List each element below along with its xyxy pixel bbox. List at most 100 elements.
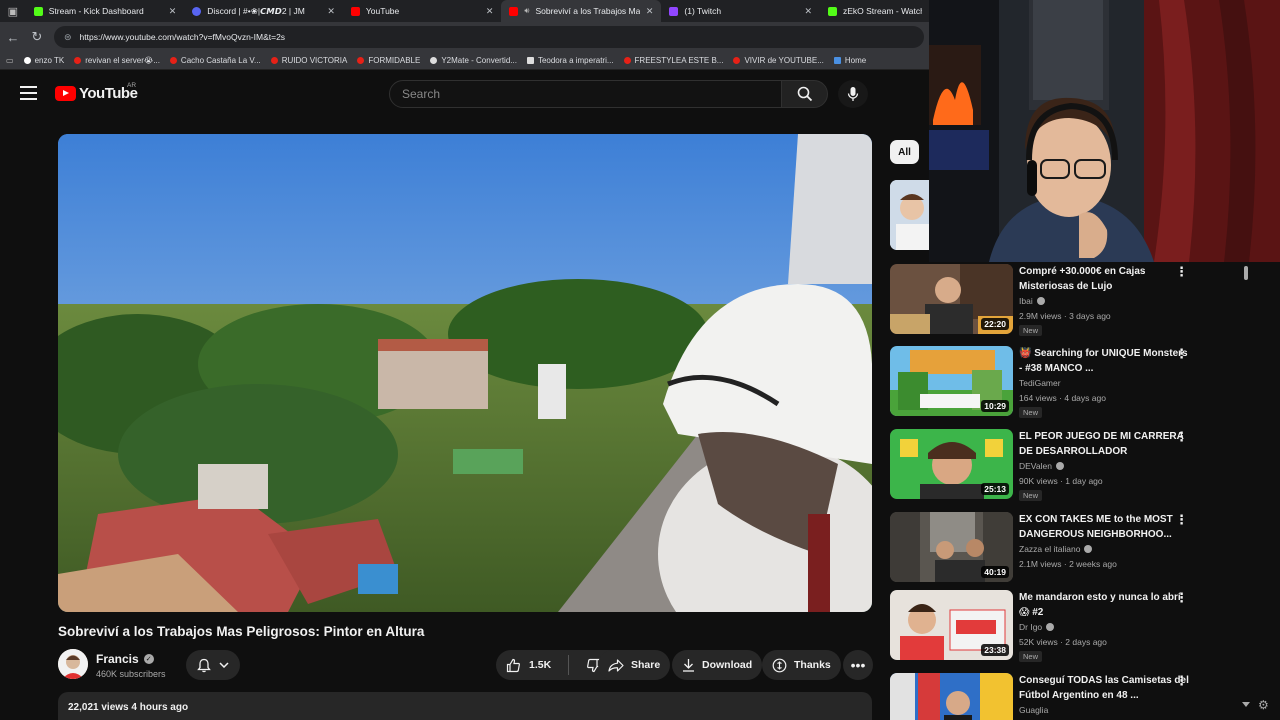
more-options-icon[interactable]: ⋮ (1175, 346, 1188, 362)
youtube-icon (357, 57, 365, 64)
share-icon (608, 658, 624, 672)
more-options-icon[interactable]: ⋮ (1175, 264, 1188, 280)
video-player[interactable] (58, 134, 872, 612)
recommendation-item[interactable]: 23:38 Me mandaron esto y nunca lo abrí 😱… (890, 590, 1245, 666)
recommendation-channel[interactable]: Ibai (1019, 296, 1045, 306)
recommendation-thumbnail[interactable]: 22:20 (890, 264, 1013, 334)
scrollbar-thumb[interactable] (1244, 266, 1248, 280)
bookmark-item[interactable]: Home (833, 56, 866, 65)
tab-3-active[interactable]: 🔊︎ Sobreviví a los Trabajos Mas ✕ (501, 0, 662, 22)
channel-avatar[interactable] (58, 649, 88, 679)
thanks-button[interactable]: Thanks (762, 650, 841, 680)
channel-name-text: Guaglia (1019, 705, 1049, 715)
apps-icon[interactable]: ▭ (6, 56, 14, 65)
close-tab-icon[interactable]: ✕ (804, 6, 812, 17)
recommendation-channel[interactable]: Guaglia (1019, 705, 1048, 715)
bookmark-item[interactable]: Cacho Castaña La V... (169, 56, 261, 65)
recommendation-item[interactable]: 25:13 EL PEOR JUEGO DE MI CARRERA DE DES… (890, 429, 1245, 505)
tab-favicon (350, 6, 360, 16)
more-options-icon[interactable]: ⋮ (1175, 590, 1188, 606)
recommendation-thumbnail[interactable] (890, 673, 1013, 720)
reload-icon[interactable]: ↻ (30, 29, 44, 45)
tab-0[interactable]: Stream - Kick Dashboard ✕ (26, 0, 185, 22)
verified-icon (1055, 462, 1064, 470)
recommendation-channel[interactable]: Zazza el italiano (1019, 544, 1093, 554)
youtube-icon (623, 57, 631, 64)
scroll-down-icon[interactable] (1242, 702, 1250, 707)
search-button[interactable] (781, 80, 828, 108)
verified-icon (1036, 297, 1045, 305)
recommendation-thumbnail[interactable]: 25:13 (890, 429, 1013, 499)
recommendation-channel[interactable]: Dr Igo (1019, 622, 1055, 632)
recommendation-thumbnail[interactable]: 23:38 (890, 590, 1013, 660)
close-tab-icon[interactable]: ✕ (646, 6, 654, 17)
recommendation-thumbnail-partial[interactable] (890, 180, 930, 250)
filter-chip-all[interactable]: All (890, 140, 919, 164)
back-icon[interactable]: ← (6, 30, 20, 45)
bookmark-item[interactable]: FREESTYLEA ESTE B... (623, 56, 723, 65)
recommendation-item[interactable]: 40:19 EX CON TAKES ME to the MOST DANGER… (890, 512, 1245, 588)
new-badge: New (1019, 325, 1043, 336)
description-box[interactable]: 22,021 views 4 hours ago (58, 692, 872, 720)
page-icon (526, 57, 534, 64)
youtube-icon (733, 57, 741, 64)
subscription-bell-button[interactable] (186, 650, 240, 680)
recommendation-channel[interactable]: DEValen (1019, 461, 1064, 471)
youtube-play-icon (55, 86, 76, 101)
bookmark-item[interactable]: FORMIDABLE (357, 56, 420, 65)
tab-title: Stream - Kick Dashboard (48, 6, 144, 16)
bookmark-label: Cacho Castaña La V... (180, 56, 261, 65)
share-button[interactable]: Share (598, 650, 671, 680)
verified-icon (1046, 623, 1055, 631)
download-button[interactable]: Download (672, 650, 763, 680)
bookmark-label: FORMIDABLE (368, 56, 421, 65)
channel-name[interactable]: Francis ✓ (96, 652, 154, 666)
close-tab-icon[interactable]: ✕ (486, 6, 494, 17)
thanks-label: Thanks (794, 659, 831, 671)
recommendation-thumbnail[interactable]: 10:29 (890, 346, 1013, 416)
recommendation-item[interactable]: Conseguí TODAS las Camisetas del Fútbol … (890, 673, 1245, 720)
menu-icon[interactable] (20, 86, 37, 100)
recommendation-title: Conseguí TODAS las Camisetas del Fútbol … (1019, 675, 1189, 701)
bookmark-item[interactable]: enzo TK (23, 56, 64, 65)
youtube-logo[interactable]: YouTube (55, 85, 138, 102)
speaker-icon[interactable]: 🔊︎ (524, 6, 529, 16)
address-bar-row: ← ↻ ⊜ https://www.youtube.com/watch?v=fM… (0, 22, 930, 52)
tab-4[interactable]: (1) Twitch ✕ (661, 0, 820, 22)
tab-favicon (669, 6, 679, 16)
recommendation-item[interactable]: 10:29 👹 Searching for UNIQUE Monsters - … (890, 346, 1245, 422)
bookmark-item[interactable]: Y2Mate - Convertid... (430, 56, 517, 65)
tab-search-icon[interactable]: ▣ (0, 0, 26, 22)
close-tab-icon[interactable]: ✕ (327, 6, 335, 17)
tab-1[interactable]: Discord | #•❀|𝘾𝙈𝘿2 | JM ✕ (184, 0, 343, 22)
tiktok-icon (23, 57, 31, 64)
recommendation-item[interactable]: 22:20 Compré +30.000€ en Cajas Misterios… (890, 264, 1245, 340)
bookmark-item[interactable]: RUIDO VICTORIA (270, 56, 347, 65)
bookmarks-bar: ▭ enzo TK revivan el server😭... Cacho Ca… (0, 52, 930, 70)
sidebar-scrollbar[interactable] (1242, 264, 1250, 714)
bookmark-item[interactable]: Teodora a imperatri... (526, 56, 614, 65)
site-info-icon[interactable]: ⊜ (64, 32, 72, 43)
url-field[interactable]: ⊜ https://www.youtube.com/watch?v=fMvoQv… (54, 26, 924, 48)
more-options-icon[interactable]: ⋮ (1175, 512, 1188, 528)
tab-2[interactable]: YouTube ✕ (343, 0, 502, 22)
video-duration: 10:29 (981, 400, 1009, 412)
recommendation-channel[interactable]: TediGamer (1019, 378, 1061, 388)
video-title: Sobreviví a los Trabajos Mas Peligrosos:… (58, 624, 425, 639)
tab-title: Discord | #•❀|𝘾𝙈𝘿2 | JM (207, 5, 305, 16)
gear-icon[interactable]: ⚙ (1258, 698, 1269, 712)
search-input[interactable]: Search (389, 80, 782, 108)
like-button[interactable]: 1.5K (496, 650, 561, 680)
views-and-date: 22,021 views 4 hours ago (68, 702, 189, 713)
voice-search-button[interactable] (838, 80, 868, 108)
more-actions-icon[interactable]: ••• (843, 650, 873, 680)
more-options-icon[interactable]: ⋮ (1175, 429, 1188, 445)
bookmark-item[interactable]: revivan el server😭... (74, 56, 160, 65)
recommendation-thumbnail[interactable]: 40:19 (890, 512, 1013, 582)
close-tab-icon[interactable]: ✕ (169, 6, 177, 17)
tab-5[interactable]: zEkO Stream - Watch Li (820, 0, 930, 22)
webcam-overlay (929, 0, 1280, 262)
bookmark-item[interactable]: VIVIR de YOUTUBE... (733, 56, 824, 65)
tab-favicon (192, 6, 202, 16)
more-options-icon[interactable]: ⋮ (1175, 673, 1188, 689)
